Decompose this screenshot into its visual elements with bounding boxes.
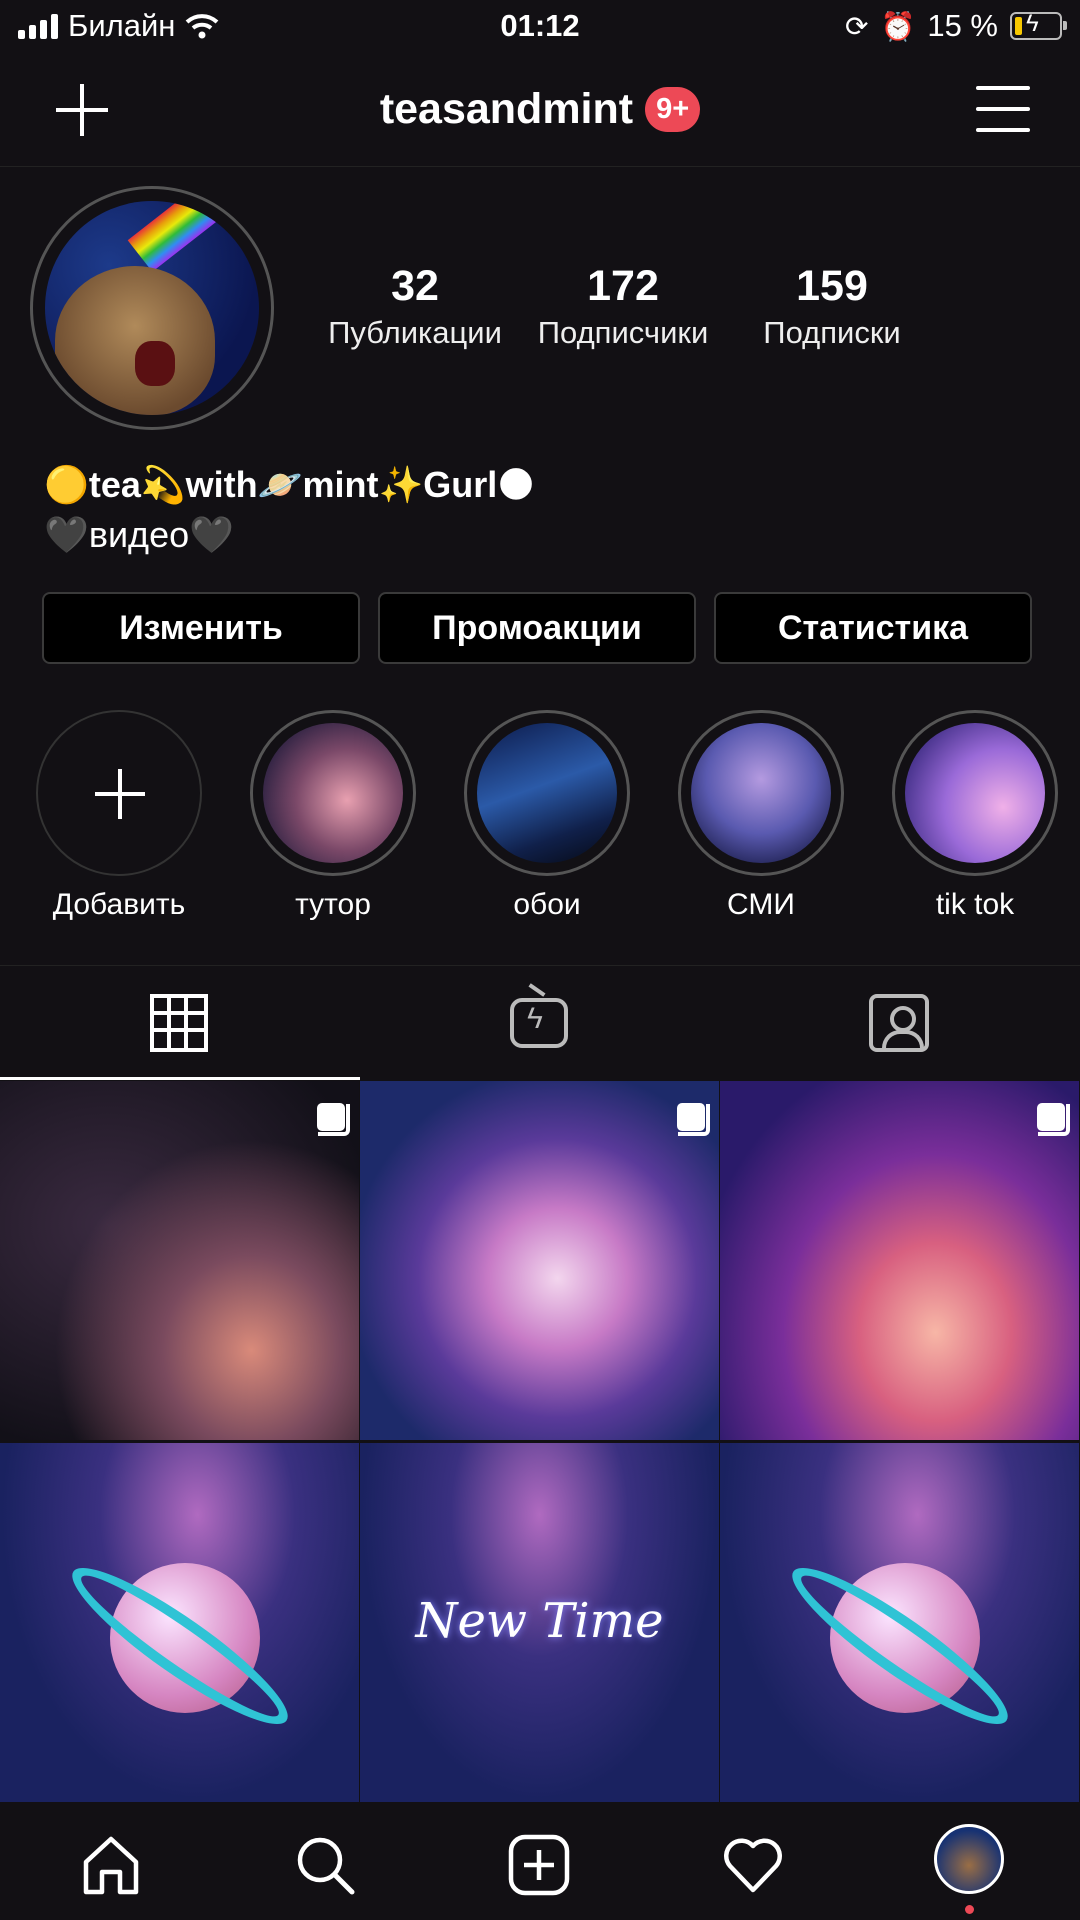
profile-bio: 🟡tea💫with🪐mint✨Gurl🌑 🖤видео🖤 xyxy=(44,460,535,560)
highlight-tutor[interactable]: тутор xyxy=(250,710,416,922)
posts-count[interactable]: 32 Публикации xyxy=(315,262,515,351)
highlight-label: tik tok xyxy=(935,888,1015,921)
posts-grid: New Time xyxy=(0,1081,1080,1802)
highlight-label: тутор xyxy=(295,888,371,921)
profile-header: teasandmint 9+ xyxy=(0,58,1080,167)
username-title[interactable]: teasandmint xyxy=(380,85,633,134)
profile-tab-avatar[interactable] xyxy=(934,1824,1004,1894)
status-bar: Билайн 01:12 ⟳ ⏰ 15 % ϟ xyxy=(0,0,1080,58)
highlight-label: Добавить xyxy=(52,888,186,921)
heart-icon[interactable] xyxy=(720,1832,786,1898)
carousel-icon xyxy=(1037,1103,1070,1136)
post-thumbnail[interactable] xyxy=(720,1443,1079,1802)
promotions-button[interactable]: Промоакции xyxy=(378,592,696,664)
tab-grid[interactable] xyxy=(0,966,360,1080)
post-thumbnail[interactable]: New Time xyxy=(360,1443,719,1802)
highlight-cover xyxy=(250,710,416,876)
igtv-icon xyxy=(510,998,568,1048)
bottom-navigation xyxy=(0,1802,1080,1920)
highlight-label: обои xyxy=(513,888,581,921)
highlight-add-circle xyxy=(36,710,202,876)
carousel-icon xyxy=(677,1103,710,1136)
alarm-icon: ⏰ xyxy=(880,10,916,42)
posts-count-value: 32 xyxy=(391,262,439,310)
following-count[interactable]: 159 Подписки xyxy=(732,262,932,351)
following-count-value: 159 xyxy=(796,262,868,310)
battery-percent: 15 % xyxy=(927,8,998,43)
followers-count-value: 172 xyxy=(587,262,659,310)
highlight-media[interactable]: СМИ xyxy=(678,710,844,922)
tab-igtv[interactable] xyxy=(360,966,720,1080)
profile-avatar[interactable] xyxy=(30,186,274,430)
battery-icon: ϟ xyxy=(1010,10,1067,40)
plus-icon xyxy=(95,769,145,819)
profile-actions: Изменить Промоакции Статистика xyxy=(42,592,1032,664)
post-thumbnail[interactable] xyxy=(720,1081,1079,1440)
followers-count[interactable]: 172 Подписчики xyxy=(523,262,723,351)
edit-profile-button[interactable]: Изменить xyxy=(42,592,360,664)
highlight-add[interactable]: Добавить xyxy=(36,710,202,922)
new-post-icon[interactable] xyxy=(506,1832,572,1898)
bio-line-1: 🟡tea💫with🪐mint✨Gurl🌑 xyxy=(44,464,535,505)
profile-tabs xyxy=(0,965,1080,1080)
grid-icon xyxy=(150,994,208,1052)
insights-button[interactable]: Статистика xyxy=(714,592,1032,664)
avatar-image xyxy=(45,201,259,415)
activity-dot xyxy=(965,1905,974,1914)
tagged-user-icon xyxy=(869,994,929,1052)
posts-count-label: Публикации xyxy=(328,315,502,350)
highlight-label: СМИ xyxy=(727,888,795,921)
highlight-cover xyxy=(464,710,630,876)
post-thumbnail[interactable] xyxy=(0,1081,359,1440)
highlight-wallpapers[interactable]: обои xyxy=(464,710,630,922)
rotation-lock-icon: ⟳ xyxy=(844,10,869,42)
story-highlights: Добавить тутор обои СМИ tik tok xyxy=(36,710,1080,922)
highlight-cover xyxy=(892,710,1058,876)
tab-tagged[interactable] xyxy=(720,966,1080,1080)
following-count-label: Подписки xyxy=(763,315,901,350)
notification-badge[interactable]: 9+ xyxy=(645,87,701,132)
followers-count-label: Подписчики xyxy=(537,315,709,350)
highlight-tiktok[interactable]: tik tok xyxy=(892,710,1058,922)
search-icon[interactable] xyxy=(292,1832,358,1898)
highlight-cover xyxy=(678,710,844,876)
post-caption-text: New Time xyxy=(415,1593,664,1649)
carousel-icon xyxy=(317,1103,350,1136)
hamburger-menu-icon[interactable] xyxy=(976,86,1030,132)
post-thumbnail[interactable] xyxy=(0,1443,359,1802)
home-icon[interactable] xyxy=(78,1832,144,1898)
bio-line-2: 🖤видео🖤 xyxy=(44,514,234,555)
post-thumbnail[interactable] xyxy=(360,1081,719,1440)
